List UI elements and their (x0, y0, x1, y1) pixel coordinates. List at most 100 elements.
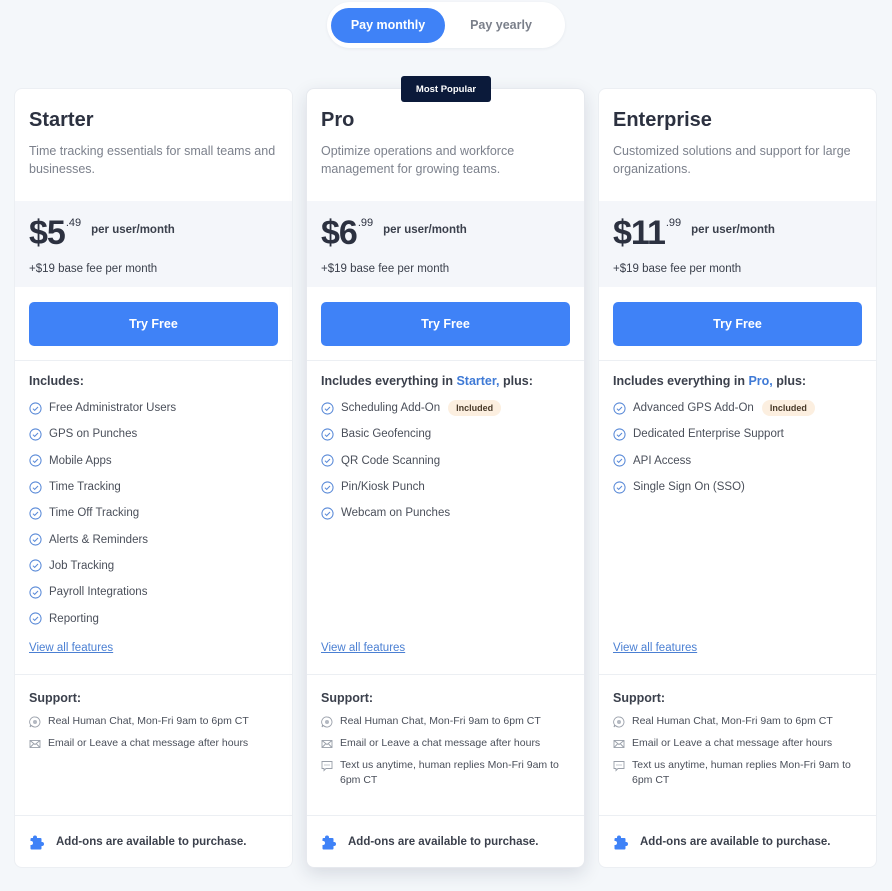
support-title: Support: (613, 691, 666, 705)
mail-icon (613, 740, 625, 748)
feature-label: Time Tracking (49, 481, 121, 494)
feature-item: Free Administrator Users (29, 395, 278, 421)
mail-icon (29, 740, 41, 748)
addons-label: Add-ons are available to purchase. (348, 836, 539, 848)
sms-icon (321, 761, 333, 772)
chat-icon (29, 716, 41, 728)
pay-yearly-button[interactable]: Pay yearly (445, 8, 557, 43)
feature-item: GPS on Punches (29, 421, 278, 447)
feature-label: API Access (633, 454, 692, 467)
view-all-features-link[interactable]: View all features (321, 642, 405, 654)
features-section: Includes everything in Starter, plus: Sc… (307, 361, 584, 675)
check-circle-icon (613, 402, 626, 415)
feature-label: Payroll Integrations (49, 586, 148, 599)
feature-label: Pin/Kiosk Punch (341, 481, 425, 494)
support-label: Real Human Chat, Mon-Fri 9am to 6pm CT (340, 715, 541, 727)
feature-item: Dedicated Enterprise Support (613, 421, 862, 447)
check-circle-icon (613, 480, 626, 494)
feature-item: Payroll Integrations (29, 579, 278, 605)
plan-header: Pro Optimize operations and workforce ma… (307, 89, 584, 201)
feature-label: Single Sign On (SSO) (633, 481, 745, 494)
check-circle-icon (613, 428, 626, 441)
support-section: Support: Real Human Chat, Mon-Fri 9am to… (307, 675, 584, 816)
plan-name: Pro (321, 109, 355, 131)
check-circle-icon (29, 480, 42, 494)
support-item: Real Human Chat, Mon-Fri 9am to 6pm CT (29, 714, 278, 729)
plan-card-pro: Most Popular Pro Optimize operations and… (306, 76, 585, 868)
view-all-features-link[interactable]: View all features (29, 642, 113, 654)
support-title: Support: (29, 691, 82, 705)
addons-label: Add-ons are available to purchase. (640, 836, 831, 848)
support-section: Support: Real Human Chat, Mon-Fri 9am to… (599, 675, 876, 816)
feature-item: Scheduling Add-On Included (321, 395, 570, 421)
feature-item: QR Code Scanning (321, 448, 570, 474)
view-all-features-link[interactable]: View all features (613, 642, 697, 654)
pay-monthly-button[interactable]: Pay monthly (331, 7, 445, 43)
price-box: $5 .49 per user/month +$19 base fee per … (15, 201, 292, 287)
support-item: Real Human Chat, Mon-Fri 9am to 6pm CT (321, 714, 570, 729)
plan-name: Starter (29, 109, 94, 131)
feature-label: Dedicated Enterprise Support (633, 428, 784, 441)
support-label: Real Human Chat, Mon-Fri 9am to 6pm CT (48, 715, 249, 727)
feature-item: Time Tracking (29, 474, 278, 500)
plan-description: Customized solutions and support for lar… (613, 144, 851, 176)
feature-label: QR Code Scanning (341, 454, 441, 467)
features-section: Includes everything in Pro, plus: Advanc… (599, 361, 876, 675)
price-unit: per user/month (691, 224, 775, 236)
feature-item: Mobile Apps (29, 448, 278, 474)
feature-label: Time Off Tracking (49, 507, 140, 520)
check-circle-icon (29, 454, 42, 467)
feature-item: API Access (613, 448, 862, 474)
try-free-button[interactable]: Try Free (29, 302, 278, 346)
check-circle-icon (321, 428, 334, 441)
check-circle-icon (613, 454, 626, 467)
price-box: $11 .99 per user/month +$19 base fee per… (599, 201, 876, 287)
support-label: Text us anytime, human replies Mon-Fri 9… (632, 759, 851, 786)
feature-label: Mobile Apps (49, 454, 112, 467)
base-fee: +$19 base fee per month (613, 263, 742, 275)
plan-header: Enterprise Customized solutions and supp… (599, 89, 876, 201)
feature-label: Alerts & Reminders (49, 533, 149, 546)
features-title: Includes: (29, 374, 84, 388)
check-circle-icon (29, 507, 42, 520)
check-circle-icon (29, 559, 42, 573)
price-cents: .99 (357, 217, 374, 229)
most-popular-badge: Most Popular (401, 76, 491, 102)
addons-note: Add-ons are available to purchase. (307, 816, 584, 868)
price-cents: .49 (65, 217, 82, 229)
support-item: Email or Leave a chat message after hour… (321, 736, 570, 751)
base-fee: +$19 base fee per month (321, 263, 450, 275)
plan-card-starter: Starter Time tracking essentials for sma… (14, 88, 293, 868)
support-item: Text us anytime, human replies Mon-Fri 9… (613, 758, 862, 788)
feature-label: GPS on Punches (49, 428, 138, 441)
check-circle-icon (321, 454, 334, 467)
price-dollars: $6 (321, 214, 358, 252)
feature-item: Alerts & Reminders (29, 526, 278, 552)
feature-item: Reporting (29, 605, 278, 631)
support-item: Email or Leave a chat message after hour… (29, 736, 278, 751)
addons-label: Add-ons are available to purchase. (56, 836, 247, 848)
try-free-button[interactable]: Try Free (613, 302, 862, 346)
support-section: Support: Real Human Chat, Mon-Fri 9am to… (15, 675, 292, 816)
puzzle-icon (30, 835, 44, 850)
feature-label: Basic Geofencing (341, 428, 432, 441)
price-dollars: $11 (613, 214, 666, 252)
feature-label: Reporting (49, 612, 99, 625)
feature-label: Job Tracking (49, 559, 115, 572)
included-badge: Included (761, 400, 815, 417)
features-section: Includes: Free Administrator Users GPS on… (15, 361, 292, 675)
try-free-button[interactable]: Try Free (321, 302, 570, 346)
feature-label: Webcam on Punches (341, 507, 451, 520)
price-dollars: $5 (29, 214, 66, 252)
plan-name: Enterprise (613, 109, 712, 131)
feature-item: Job Tracking (29, 553, 278, 579)
support-title: Support: (321, 691, 374, 705)
check-circle-icon (321, 402, 334, 415)
support-label: Email or Leave a chat message after hour… (48, 737, 249, 749)
support-label: Text us anytime, human replies Mon-Fri 9… (340, 759, 559, 786)
support-item: Text us anytime, human replies Mon-Fri 9… (321, 758, 570, 788)
feature-item: Time Off Tracking (29, 500, 278, 526)
included-badge: Included (448, 400, 502, 417)
price-box: $6 .99 per user/month +$19 base fee per … (307, 201, 584, 287)
features-title-link: Starter, (456, 374, 500, 388)
